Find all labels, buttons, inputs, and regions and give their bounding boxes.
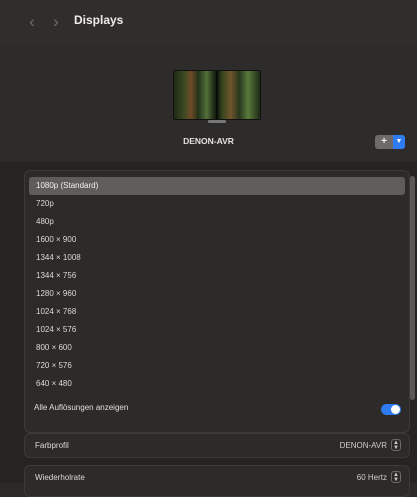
add-display-button[interactable]: + ▼ (375, 135, 405, 149)
popup-stepper-icon[interactable]: ▲ ▼ (391, 471, 401, 483)
resolution-option[interactable]: 1024 × 576 (25, 321, 409, 339)
resolution-option[interactable]: 800 × 600 (25, 339, 409, 357)
display-wallpaper (173, 70, 261, 120)
refresh-rate-label: Wiederholrate (35, 473, 85, 482)
scrollbar[interactable] (410, 176, 415, 400)
popup-stepper-icon[interactable]: ▲ ▼ (391, 439, 401, 451)
chevron-down-icon[interactable]: ▼ (393, 135, 405, 149)
resolution-list: 1080p (Standard) 720p 480p 1600 × 900 13… (25, 177, 409, 393)
resolution-panel: 1080p (Standard) 720p 480p 1600 × 900 13… (24, 170, 410, 433)
color-profile-value[interactable]: DENON-AVR (340, 441, 387, 450)
resolution-option[interactable]: 1344 × 1008 (25, 249, 409, 267)
page-title: Displays (74, 13, 124, 27)
resolution-option[interactable]: 640 × 480 (25, 375, 409, 393)
display-thumbnail[interactable] (173, 70, 261, 124)
display-arrangement: DENON-AVR + ▼ (0, 44, 417, 162)
chevron-left-icon[interactable]: ‹ (22, 12, 42, 32)
resolution-option[interactable]: 720 × 576 (25, 357, 409, 375)
color-profile-row: Farbprofil DENON-AVR ▲ ▼ (24, 433, 410, 458)
resolution-option[interactable]: 1080p (Standard) (29, 177, 405, 195)
display-name: DENON-AVR (183, 136, 234, 146)
toolbar: ‹ › Displays (0, 0, 417, 45)
show-all-resolutions-label: Alle Auflösungen anzeigen (34, 403, 129, 412)
resolution-option[interactable]: 1024 × 768 (25, 303, 409, 321)
resolution-option[interactable]: 1280 × 960 (25, 285, 409, 303)
resolution-option[interactable]: 1600 × 900 (25, 231, 409, 249)
chevron-right-icon[interactable]: › (46, 12, 66, 32)
settings-content: 1080p (Standard) 720p 480p 1600 × 900 13… (0, 162, 417, 497)
plus-icon[interactable]: + (375, 135, 393, 149)
refresh-rate-value[interactable]: 60 Hertz (357, 473, 387, 482)
show-all-resolutions-row: Alle Auflösungen anzeigen (25, 397, 409, 421)
show-all-resolutions-toggle[interactable] (381, 404, 401, 415)
refresh-rate-row: Wiederholrate 60 Hertz ▲ ▼ (24, 465, 410, 497)
color-profile-label: Farbprofil (35, 441, 69, 450)
monitor-stand (208, 120, 226, 123)
resolution-option[interactable]: 1344 × 756 (25, 267, 409, 285)
resolution-option[interactable]: 480p (25, 213, 409, 231)
resolution-option[interactable]: 720p (25, 195, 409, 213)
toggle-knob (391, 405, 400, 414)
